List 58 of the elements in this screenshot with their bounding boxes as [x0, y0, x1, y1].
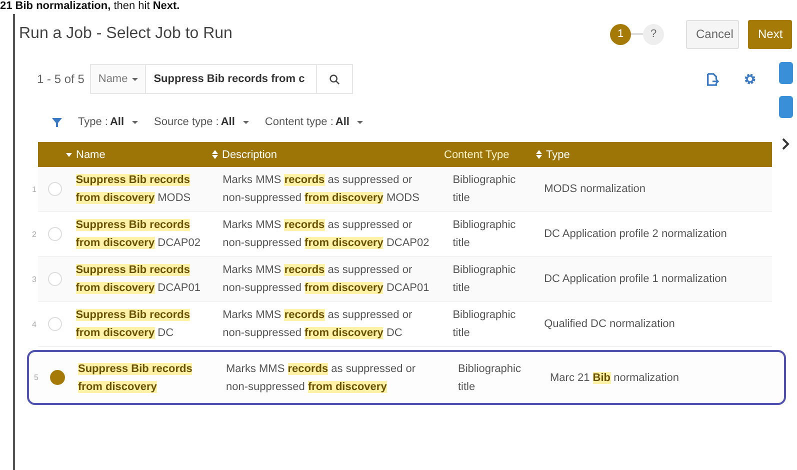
table-cell-text: Bibliographic title — [452, 308, 517, 341]
table-cell-text: Marks MMS records as suppressed or non-suppressed from discovery DC — [222, 308, 414, 341]
column-header[interactable]: Type — [536, 148, 766, 160]
caret-icon — [132, 120, 138, 124]
table-cell-text: Marks MMS records as suppressed or non-suppressed from discovery MODS — [222, 173, 420, 206]
chat-button[interactable] — [779, 96, 793, 118]
settings-icon[interactable] — [744, 73, 756, 85]
filter-icon[interactable] — [52, 118, 62, 126]
caret-icon — [242, 120, 249, 124]
window-title: Run a Job - Select Job to Run — [18, 25, 234, 43]
chevron-icon[interactable] — [782, 138, 790, 150]
search-button[interactable] — [316, 65, 352, 93]
table-cell-text: Marc 21 Bib normalization — [550, 370, 680, 386]
search-icon — [328, 74, 340, 84]
search-field[interactable]: Name Suppress Bib records from c — [90, 64, 353, 94]
table-cell-text: Bibliographic title — [452, 173, 517, 206]
sort-icon — [212, 150, 218, 159]
table-cell-text: Suppress Bib records from discovery — [78, 362, 194, 394]
chat-button[interactable] — [779, 62, 793, 84]
table-cell-text: DC Application profile 2 normalization — [544, 227, 728, 242]
table-cell-text: Suppress Bib records from discovery DC — [76, 308, 192, 341]
table-cell-text: Marks MMS records as suppressed or non-suppressed from discovery — [226, 362, 417, 394]
caret-icon — [357, 120, 364, 124]
result-count: 1 - 5 of 5 — [37, 72, 84, 86]
row-number: 5 — [34, 373, 40, 382]
column-header[interactable]: Name — [64, 148, 212, 160]
export-icon[interactable] — [706, 72, 719, 86]
table-cell-text: Bibliographic title — [452, 218, 517, 251]
row-number: 3 — [32, 274, 38, 284]
next-button[interactable]: Next — [748, 20, 792, 48]
row-number: 1 — [32, 184, 38, 194]
table-cell-text: Bibliographic title — [452, 263, 517, 296]
table-cell-text: Qualified DC normalization — [544, 317, 676, 332]
table-row[interactable]: 5 Suppress Bib records from discovery Marks MMS records as suppressed or non-suppressed from discovery Bibliographic title Marc 21 Bib normalization — [27, 350, 786, 405]
radio-button[interactable] — [50, 370, 65, 385]
step-indicator[interactable]: ? — [643, 24, 664, 44]
search-value: Suppress Bib records from c — [146, 65, 316, 93]
sort-down-icon — [66, 152, 72, 156]
cancel-button[interactable]: Cancel — [686, 20, 739, 48]
row-number: 4 — [32, 320, 38, 328]
table-cell-text: Bibliographic title — [458, 362, 522, 394]
table-cell-text: Marks MMS records as suppressed or non-suppressed from discovery DCAP02 — [222, 218, 430, 251]
filter-dropdown[interactable]: Source type : All — [154, 116, 249, 128]
column-header[interactable]: Content Type — [444, 148, 536, 160]
table-cell-text: Suppress Bib records from discovery MODS — [76, 173, 192, 206]
step-indicator[interactable]: 1 — [610, 24, 631, 44]
column-header[interactable]: Description — [212, 148, 444, 160]
filter-dropdown[interactable]: Content type : All — [264, 116, 364, 128]
caret-icon — [132, 78, 138, 80]
instruction-text: 21 Bib normalization, then hit Next. — [0, 0, 180, 13]
table-cell-text: DC Application profile 1 normalization — [544, 272, 728, 287]
table-cell-text: Suppress Bib records from discovery DCAP01 — [76, 263, 202, 296]
table-cell-text: MODS normalization — [544, 182, 647, 197]
row-number: 2 — [32, 230, 38, 238]
filter-dropdown[interactable]: Type : All — [78, 116, 138, 128]
sort-icon — [536, 150, 542, 159]
table-cell-text: Suppress Bib records from discovery DCAP02 — [76, 218, 202, 251]
table-cell-text: Marks MMS records as suppressed or non-suppressed from discovery DCAP01 — [222, 263, 430, 296]
